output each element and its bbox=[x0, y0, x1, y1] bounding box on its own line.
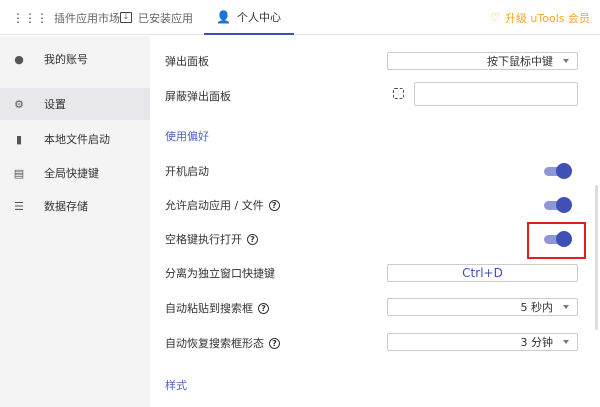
list-icon: ☰ bbox=[14, 199, 24, 213]
popup-panel-label: 弹出面板 bbox=[165, 53, 209, 69]
tab-label: 插件应用市场 bbox=[54, 11, 120, 25]
tab-label: 已安装应用 bbox=[138, 11, 193, 25]
allow-launch-toggle[interactable] bbox=[544, 196, 572, 214]
tab-label: 个人中心 bbox=[236, 10, 281, 24]
auto-restore-label: 自动恢复搜索框形态? bbox=[165, 335, 280, 351]
label: 分离为独立窗口快捷键 bbox=[165, 267, 275, 280]
label: 允许启动应用 / 文件 bbox=[165, 199, 264, 212]
label: 空格键执行打开 bbox=[165, 233, 242, 246]
gear-icon: ⚙ bbox=[14, 97, 24, 111]
tab-plugin-market[interactable]: ⋮⋮⋮ 插件应用市场 bbox=[12, 0, 120, 35]
section-heading-style: 样式 bbox=[165, 379, 187, 392]
label: 自动粘贴到搜索框 bbox=[165, 302, 253, 315]
help-icon[interactable]: ? bbox=[247, 233, 258, 245]
auto-paste-label: 自动粘贴到搜索框? bbox=[165, 300, 269, 316]
file-icon: ▮ bbox=[15, 132, 23, 146]
upgrade-button[interactable]: ♡ 升级 uTools 会员 bbox=[490, 0, 590, 35]
diamond-icon: ♡ bbox=[490, 11, 500, 24]
sidebar-label: 我的账号 bbox=[44, 53, 88, 66]
label: 开机启动 bbox=[165, 165, 209, 178]
keyboard-icon: ▤ bbox=[13, 166, 25, 180]
grid-icon: ⋮⋮⋮ bbox=[12, 10, 48, 25]
sidebar-label: 全局快捷键 bbox=[44, 167, 99, 180]
detach-hotkey-input[interactable]: Ctrl+D bbox=[387, 264, 578, 282]
sidebar-item-account[interactable]: ● 我的账号 bbox=[0, 43, 150, 75]
upgrade-label: 升级 uTools 会员 bbox=[504, 11, 590, 25]
tab-personal-center[interactable]: 👤 个人中心 bbox=[204, 0, 294, 35]
scrollbar[interactable] bbox=[595, 185, 598, 330]
auto-paste-select[interactable]: 5 秒内 bbox=[387, 298, 578, 316]
top-nav: ⋮⋮⋮ 插件应用市场 ↓ 已安装应用 👤 个人中心 ♡ 升级 uTools 会员 bbox=[0, 0, 600, 35]
account-icon: ● bbox=[14, 52, 24, 66]
detach-hotkey-label: 分离为独立窗口快捷键 bbox=[165, 265, 275, 281]
highlight-box bbox=[527, 222, 586, 259]
sidebar-item-settings[interactable]: ⚙ 设置 bbox=[0, 88, 150, 120]
capture-icon[interactable] bbox=[393, 88, 404, 99]
caret-down-icon bbox=[563, 340, 569, 344]
sidebar-item-local-file[interactable]: ▮ 本地文件启动 bbox=[0, 123, 150, 155]
allow-launch-label: 允许启动应用 / 文件? bbox=[165, 197, 280, 213]
label: 屏蔽弹出面板 bbox=[165, 90, 231, 103]
block-popup-input[interactable] bbox=[414, 82, 578, 106]
sidebar-item-hotkeys[interactable]: ▤ 全局快捷键 bbox=[0, 157, 150, 189]
download-monitor-icon: ↓ bbox=[120, 12, 132, 23]
help-icon[interactable]: ? bbox=[258, 302, 269, 314]
tab-installed[interactable]: ↓ 已安装应用 bbox=[120, 0, 193, 35]
select-value: 5 秒内 bbox=[520, 301, 554, 314]
caret-down-icon bbox=[563, 305, 569, 309]
boot-start-label: 开机启动 bbox=[165, 163, 209, 179]
label: 自动恢复搜索框形态 bbox=[165, 337, 264, 350]
sidebar-label: 设置 bbox=[44, 98, 66, 111]
sidebar-item-storage[interactable]: ☰ 数据存储 bbox=[0, 190, 150, 222]
boot-start-toggle[interactable] bbox=[544, 162, 572, 180]
sidebar-label: 数据存储 bbox=[44, 200, 88, 213]
select-value: 按下鼠标中键 bbox=[487, 55, 553, 68]
block-popup-label: 屏蔽弹出面板 bbox=[165, 88, 231, 104]
select-value: 3 分钟 bbox=[520, 336, 554, 349]
space-open-label: 空格键执行打开? bbox=[165, 231, 258, 247]
section-heading-preferences: 使用偏好 bbox=[165, 130, 209, 143]
auto-restore-select[interactable]: 3 分钟 bbox=[387, 333, 578, 351]
caret-down-icon bbox=[563, 59, 569, 63]
help-icon[interactable]: ? bbox=[268, 199, 280, 211]
sidebar-label: 本地文件启动 bbox=[44, 133, 110, 146]
help-icon[interactable]: ? bbox=[269, 337, 280, 349]
sidebar: ● 我的账号 ⚙ 设置 ▮ 本地文件启动 ▤ 全局快捷键 ☰ 数据存储 bbox=[0, 36, 150, 407]
label: 弹出面板 bbox=[165, 55, 209, 68]
user-gear-icon: 👤 bbox=[216, 9, 231, 24]
popup-panel-select[interactable]: 按下鼠标中键 bbox=[387, 52, 578, 70]
